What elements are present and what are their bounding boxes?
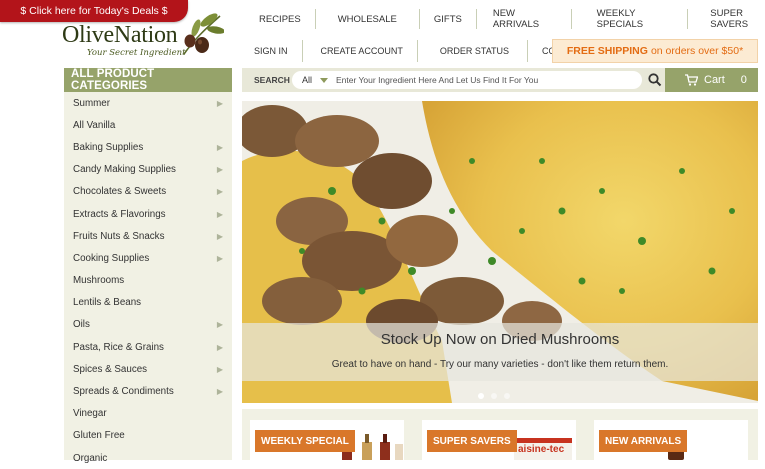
category-list: Summer ▶ All Vanilla Baking Supplies ▶ Candy … [64, 92, 232, 469]
sidebar-category-item[interactable]: Fruits Nuts & Snacks ▶ [64, 225, 232, 247]
promo-strip: WEEKLY SPECIAL aisine-tec SUPER SAVERS N… [242, 409, 758, 460]
nav-super-savers[interactable]: SUPER SAVERS [688, 8, 765, 30]
search-icon[interactable] [648, 73, 662, 87]
chevron-right-icon: ▶ [216, 187, 223, 197]
sidebar-category-label: Lentils & Beans [73, 297, 142, 309]
category-sidebar: ALL PRODUCT CATEGORIES Summer ▶ All Vanill… [64, 68, 232, 464]
sidebar-title: ALL PRODUCT CATEGORIES [64, 68, 232, 92]
sidebar-category-label: Gluten Free [73, 430, 125, 442]
todays-deals-label: $ Click here for Today's Deals $ [20, 5, 168, 17]
chevron-right-icon: ▶ [216, 253, 223, 263]
sidebar-category-item[interactable]: Oils ▶ [64, 314, 232, 336]
slide-indicators [478, 393, 510, 399]
sidebar-category-item[interactable]: Mushrooms [64, 270, 232, 292]
sidebar-category-item[interactable]: Gluten Free [64, 425, 232, 447]
search-input[interactable] [336, 75, 617, 85]
sidebar-category-label: Cooking Supplies [73, 252, 150, 264]
nav-wholesale[interactable]: WHOLESALE [316, 9, 420, 29]
sidebar-category-item[interactable]: Vinegar [64, 403, 232, 425]
hero-caption: Stock Up Now on Dried Mushrooms Great to… [242, 323, 758, 381]
sidebar-category-item[interactable]: Baking Supplies ▶ [64, 136, 232, 158]
nav-order-status[interactable]: ORDER STATUS [418, 40, 529, 62]
sidebar-category-label: Spreads & Condiments [73, 386, 174, 398]
free-shipping-label: FREE SHIPPING [566, 45, 648, 57]
sidebar-category-label: Fruits Nuts & Snacks [73, 230, 165, 242]
chevron-right-icon: ▶ [216, 209, 223, 219]
sidebar-category-item[interactable]: Candy Making Supplies ▶ [64, 159, 232, 181]
search-label: SEARCH [254, 75, 290, 85]
sidebar-category-item[interactable]: Spreads & Condiments ▶ [64, 380, 232, 402]
search-scope-value: All [302, 75, 313, 85]
sidebar-category-label: Extracts & Flavorings [73, 208, 166, 220]
sidebar-category-label: Chocolates & Sweets [73, 186, 167, 198]
search-bar: SEARCH All [242, 68, 665, 92]
promo-label: SUPER SAVERS [427, 430, 517, 452]
chevron-right-icon: ▶ [216, 342, 223, 352]
slide-dot[interactable] [504, 393, 510, 399]
sidebar-category-item[interactable]: Spices & Sauces ▶ [64, 358, 232, 380]
todays-deals-banner[interactable]: $ Click here for Today's Deals $ [0, 0, 188, 22]
sidebar-category-label: All Vanilla [73, 119, 116, 131]
sidebar-category-item[interactable]: All Vanilla [64, 114, 232, 136]
free-shipping-condition: on orders over $50* [650, 45, 744, 57]
sidebar-category-item[interactable]: Organic [64, 447, 232, 469]
promo-label: NEW ARRIVALS [599, 430, 688, 452]
chevron-right-icon: ▶ [216, 231, 223, 241]
nav-new-arrivals[interactable]: NEW ARRIVALS [477, 8, 572, 30]
promo-product-text: aisine-tec [518, 444, 565, 455]
hero-banner[interactable]: Stock Up Now on Dried Mushrooms Great to… [242, 101, 758, 403]
sidebar-category-item[interactable]: Extracts & Flavorings ▶ [64, 203, 232, 225]
chevron-right-icon: ▶ [216, 364, 223, 374]
promo-weekly-special[interactable]: WEEKLY SPECIAL [250, 420, 404, 460]
search-box: All [292, 71, 642, 89]
chevron-right-icon: ▶ [216, 142, 223, 152]
sidebar-category-item[interactable]: Summer ▶ [64, 92, 232, 114]
promo-super-savers[interactable]: aisine-tec SUPER SAVERS [422, 420, 576, 460]
sidebar-category-label: Pasta, Rice & Grains [73, 341, 164, 353]
slide-dot[interactable] [491, 393, 497, 399]
logo-name: OliveNation [62, 22, 178, 48]
hero-title: Stock Up Now on Dried Mushrooms [380, 331, 620, 348]
chevron-right-icon: ▶ [216, 320, 223, 330]
promo-new-arrivals[interactable]: NEW ARRIVALS [594, 420, 748, 460]
sidebar-category-label: Spices & Sauces [73, 363, 148, 375]
slide-dot[interactable] [478, 393, 484, 399]
nav-recipes[interactable]: RECIPES [245, 9, 316, 29]
sidebar-category-item[interactable]: Cooking Supplies ▶ [64, 247, 232, 269]
sidebar-category-label: Organic [73, 452, 108, 464]
nav-sign-in[interactable]: SIGN IN [245, 40, 303, 62]
olive-branch-icon [183, 13, 224, 55]
sidebar-category-label: Oils [73, 319, 90, 331]
sidebar-category-label: Mushrooms [73, 275, 125, 287]
search-scope-select[interactable]: All [292, 75, 329, 85]
sidebar-category-label: Vinegar [73, 408, 107, 420]
cart-button[interactable]: Cart 0 [665, 68, 758, 92]
sidebar-category-item[interactable]: Pasta, Rice & Grains ▶ [64, 336, 232, 358]
nav-gifts[interactable]: GIFTS [420, 9, 477, 29]
logo-tagline: Your Secret Ingredient [87, 48, 186, 58]
nav-weekly-specials[interactable]: WEEKLY SPECIALS [572, 8, 689, 30]
chevron-right-icon: ▶ [216, 387, 223, 397]
primary-nav: RECIPES WHOLESALE GIFTS NEW ARRIVALS WEE… [245, 8, 765, 30]
sidebar-category-label: Candy Making Supplies [73, 164, 176, 176]
chevron-right-icon: ▶ [216, 165, 223, 175]
secondary-nav: SIGN IN CREATE ACCOUNT ORDER STATUS CONT… [245, 40, 600, 62]
free-shipping-banner[interactable]: FREE SHIPPING on orders over $50* [552, 39, 758, 63]
promo-label: WEEKLY SPECIAL [255, 430, 355, 452]
sidebar-category-label: Summer [73, 97, 111, 109]
nav-create-account[interactable]: CREATE ACCOUNT [303, 40, 418, 62]
cart-icon [685, 74, 698, 86]
hero-subtitle: Great to have on hand - Try our many var… [331, 359, 669, 370]
cart-label: Cart [704, 74, 725, 86]
sidebar-category-item[interactable]: Chocolates & Sweets ▶ [64, 181, 232, 203]
chevron-down-icon [320, 77, 329, 83]
site-logo[interactable]: OliveNation Your Secret Ingredient [62, 13, 224, 64]
sidebar-category-item[interactable]: Lentils & Beans [64, 292, 232, 314]
sidebar-category-label: Baking Supplies [73, 141, 144, 153]
chevron-right-icon: ▶ [216, 98, 223, 108]
cart-count: 0 [740, 74, 747, 86]
